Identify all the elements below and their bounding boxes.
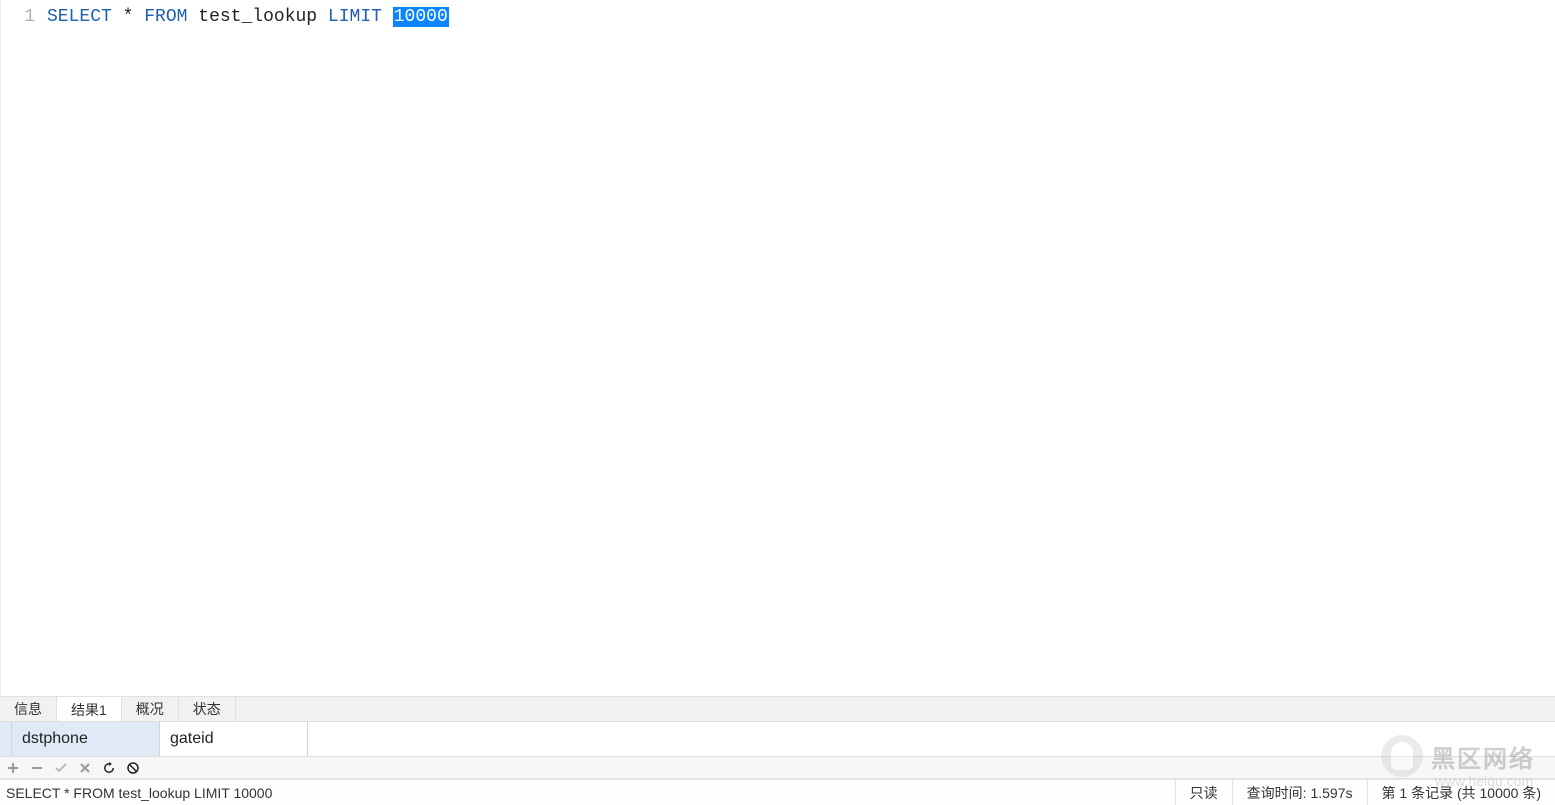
- tab-status[interactable]: 状态: [179, 697, 236, 721]
- tab-result1[interactable]: 结果1: [57, 697, 122, 721]
- keyword-limit: LIMIT: [328, 7, 382, 27]
- confirm-button[interactable]: [54, 761, 68, 775]
- column-header-gateid[interactable]: gateid: [160, 722, 308, 756]
- editor-line[interactable]: 1 SELECT * FROM test_lookup LIMIT 10000: [1, 0, 1555, 29]
- results-grid[interactable]: dstphone gateid: [0, 722, 1555, 757]
- remove-row-button[interactable]: [30, 761, 44, 775]
- stop-button[interactable]: [126, 761, 140, 775]
- keyword-from: FROM: [144, 7, 187, 27]
- tab-profile[interactable]: 概况: [122, 697, 179, 721]
- sql-editor-pane[interactable]: 1 SELECT * FROM test_lookup LIMIT 10000: [0, 0, 1555, 696]
- sql-table: test_lookup: [198, 7, 317, 27]
- cancel-button[interactable]: [78, 761, 92, 775]
- line-number-gutter: 1: [1, 5, 47, 29]
- keyword-select: SELECT: [47, 7, 112, 27]
- add-row-button[interactable]: [6, 761, 20, 775]
- x-icon: [79, 762, 91, 774]
- plus-icon: [7, 762, 19, 774]
- status-query-time: 查询时间: 1.597s: [1232, 780, 1367, 805]
- status-record-info: 第 1 条记录 (共 10000 条): [1367, 780, 1555, 805]
- refresh-button[interactable]: [102, 761, 116, 775]
- results-tabs: 信息 结果1 概况 状态: [0, 696, 1555, 722]
- row-selector-gutter[interactable]: [0, 722, 12, 756]
- selected-limit-value[interactable]: 10000: [393, 7, 449, 27]
- stop-icon: [127, 762, 139, 774]
- sql-code[interactable]: SELECT * FROM test_lookup LIMIT 10000: [47, 5, 449, 29]
- status-bar: SELECT * FROM test_lookup LIMIT 10000 只读…: [0, 779, 1555, 805]
- column-header-dstphone[interactable]: dstphone: [12, 722, 160, 756]
- sql-star: *: [123, 7, 134, 27]
- refresh-icon: [103, 762, 115, 774]
- status-readonly: 只读: [1175, 780, 1232, 805]
- check-icon: [55, 762, 67, 774]
- minus-icon: [31, 762, 43, 774]
- status-query-text: SELECT * FROM test_lookup LIMIT 10000: [0, 785, 1175, 801]
- results-toolbar: [0, 757, 1555, 779]
- tab-info[interactable]: 信息: [0, 697, 57, 721]
